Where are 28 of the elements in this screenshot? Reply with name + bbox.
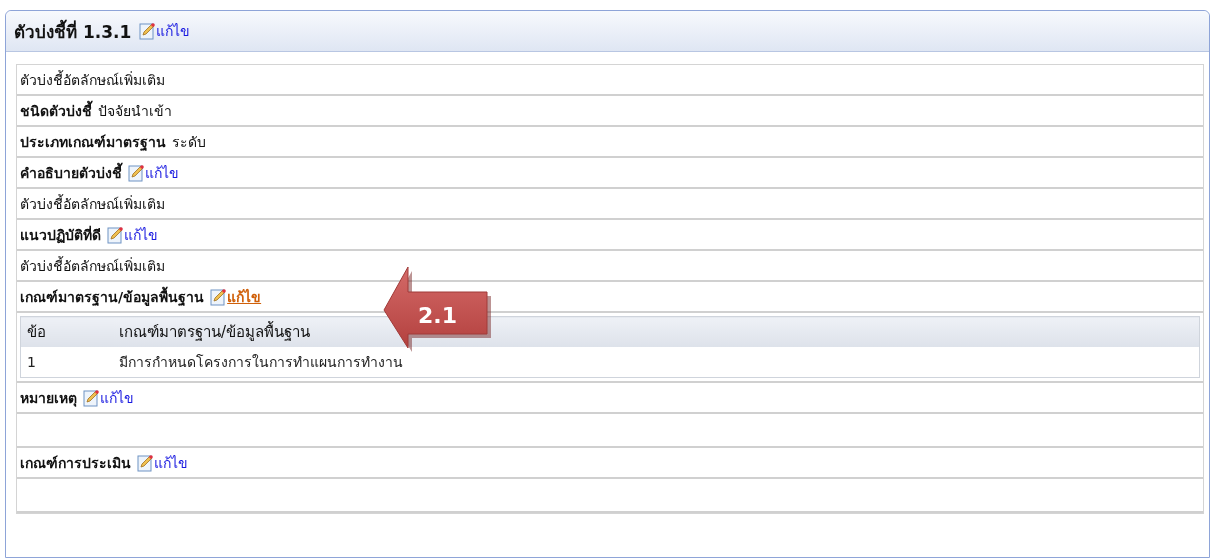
row-text: ตัวบ่งชี้อัตลักษณ์เพิ่มเติม — [20, 69, 165, 90]
edit-link[interactable]: แก้ไข — [210, 285, 262, 308]
section-label: แนวปฏิบัติที่ดี — [20, 224, 101, 246]
table-cell: 1 — [20, 347, 113, 378]
section-label: เกณฑ์การประเมิน — [20, 453, 131, 473]
field-label: ประเภทเกณฑ์มาตรฐาน — [20, 132, 166, 153]
column-header: ข้อ — [20, 316, 113, 347]
section-label: หมายเหตุ — [20, 388, 77, 409]
pencil-note-icon — [83, 388, 99, 407]
edit-link[interactable]: แก้ไข — [139, 20, 191, 42]
field-value: ระดับ — [172, 132, 206, 152]
pencil-note-icon — [210, 287, 227, 306]
row-text: ตัวบ่งชี้อัตลักษณ์เพิ่มเติม — [20, 193, 165, 214]
pencil-note-icon — [107, 225, 123, 244]
section-label: คำอธิบายตัวบ่งชี้ — [20, 161, 122, 183]
edit-link[interactable]: แก้ไข — [137, 451, 188, 474]
table-cell: มีการกำหนดโครงการในการทำแผนการทำงาน — [113, 347, 1200, 378]
edit-link[interactable]: แก้ไข — [128, 161, 179, 184]
edit-link[interactable]: แก้ไข — [107, 223, 158, 246]
field-label: ชนิดตัวบ่งชี้ — [20, 99, 92, 121]
pencil-note-icon — [128, 163, 144, 182]
pencil-note-icon — [137, 453, 153, 472]
section-label: เกณฑ์มาตรฐาน/ข้อมูลพื้นฐาน — [20, 285, 205, 308]
edit-link[interactable]: แก้ไข — [83, 386, 134, 409]
field-value: ปัจจัยนำเข้า — [98, 101, 172, 121]
row-text: ตัวบ่งชี้อัตลักษณ์เพิ่มเติม — [20, 255, 165, 276]
panel-title: ตัวบ่งชี้ที่ 1.3.1 — [14, 18, 132, 44]
pencil-note-icon — [139, 22, 156, 40]
